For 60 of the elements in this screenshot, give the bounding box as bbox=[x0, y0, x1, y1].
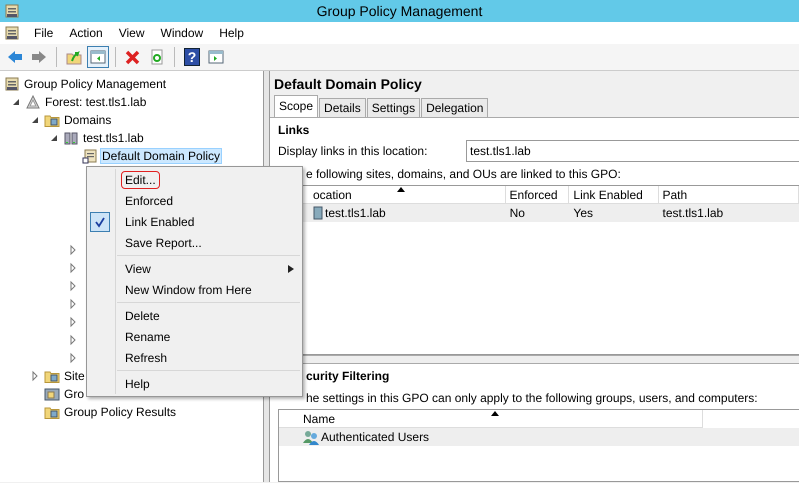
tab[interactable]: Scope bbox=[274, 95, 318, 117]
location-field[interactable]: test.tls1.lab bbox=[466, 140, 799, 162]
help-button[interactable]: ? bbox=[184, 48, 200, 66]
table-cell: Authenticated Users bbox=[321, 430, 430, 444]
table-cell: test.tls1.lab bbox=[662, 206, 724, 220]
submenu-arrow-icon bbox=[288, 264, 294, 272]
tree-item[interactable]: Default Domain Policy bbox=[100, 148, 222, 164]
menu-item[interactable]: Refresh bbox=[87, 347, 302, 368]
tab[interactable]: Delegation bbox=[421, 98, 488, 117]
tab[interactable]: Settings bbox=[366, 98, 420, 117]
tree-item[interactable]: Group Policy Results bbox=[62, 404, 178, 420]
caption: he settings in this GPO can only apply to the following groups, users, and computers: bbox=[306, 391, 758, 405]
tree-node-icon bbox=[4, 76, 20, 92]
tree-item[interactable]: Domains bbox=[62, 112, 114, 128]
caption: e following sites, domains, and OUs are linked to this GPO: bbox=[306, 167, 621, 181]
menu-item[interactable]: Save Report... bbox=[87, 232, 302, 253]
tab[interactable]: Details bbox=[319, 98, 366, 117]
sort-arrow-icon bbox=[396, 187, 405, 192]
tree-node-icon bbox=[44, 386, 60, 402]
section-heading: Links bbox=[278, 122, 310, 139]
app-menu-icon[interactable] bbox=[4, 25, 20, 41]
tree-node-icon bbox=[82, 148, 98, 164]
menu-item[interactable]: Action bbox=[63, 26, 109, 40]
sort-arrow-icon bbox=[490, 411, 498, 416]
table-cell: No bbox=[510, 206, 525, 220]
menu-item[interactable]: Rename bbox=[87, 326, 302, 347]
pane-title: Default Domain Policy bbox=[273, 75, 423, 94]
window-title: Group Policy Management bbox=[316, 3, 482, 19]
back-arrow-icon bbox=[7, 49, 23, 65]
check-icon bbox=[90, 212, 110, 232]
domain-icon bbox=[313, 206, 323, 220]
menu-item[interactable]: View bbox=[112, 26, 150, 40]
tree-item[interactable]: Gro bbox=[62, 386, 86, 402]
menu-item[interactable]: View bbox=[87, 258, 302, 279]
tree-node-icon bbox=[63, 130, 79, 146]
section-heading: curity Filtering bbox=[305, 368, 390, 385]
folder-up-icon bbox=[66, 49, 82, 65]
table-cell: test.tls1.lab bbox=[325, 206, 386, 220]
tree-item[interactable]: Group Policy Management bbox=[22, 76, 168, 92]
action-pane-icon bbox=[208, 49, 224, 65]
table-cell: Yes bbox=[573, 206, 593, 220]
refresh-icon bbox=[149, 49, 165, 65]
table-row[interactable]: Authenticated Users bbox=[279, 428, 799, 446]
tree-node-icon bbox=[25, 94, 41, 110]
menu-item[interactable]: Help bbox=[87, 373, 302, 394]
delete-icon bbox=[125, 49, 141, 65]
forward-arrow-icon bbox=[31, 49, 47, 65]
tree-item[interactable]: Forest: test.tls1.lab bbox=[43, 94, 148, 110]
menu-item[interactable]: New Window from Here bbox=[87, 279, 302, 300]
menu-item[interactable]: File bbox=[28, 26, 60, 40]
console-tree-button[interactable] bbox=[87, 46, 109, 68]
field-label: Display links in this location: bbox=[278, 144, 428, 158]
console-tree-icon bbox=[90, 49, 106, 65]
menu-item[interactable]: Delete bbox=[87, 305, 302, 326]
menu-item[interactable]: Help bbox=[213, 26, 250, 40]
tree-item[interactable]: Site bbox=[62, 368, 87, 384]
app-icon bbox=[4, 3, 20, 19]
users-icon bbox=[303, 429, 319, 445]
menu-item[interactable]: Window bbox=[154, 26, 210, 40]
tree-item[interactable]: test.tls1.lab bbox=[81, 130, 146, 146]
